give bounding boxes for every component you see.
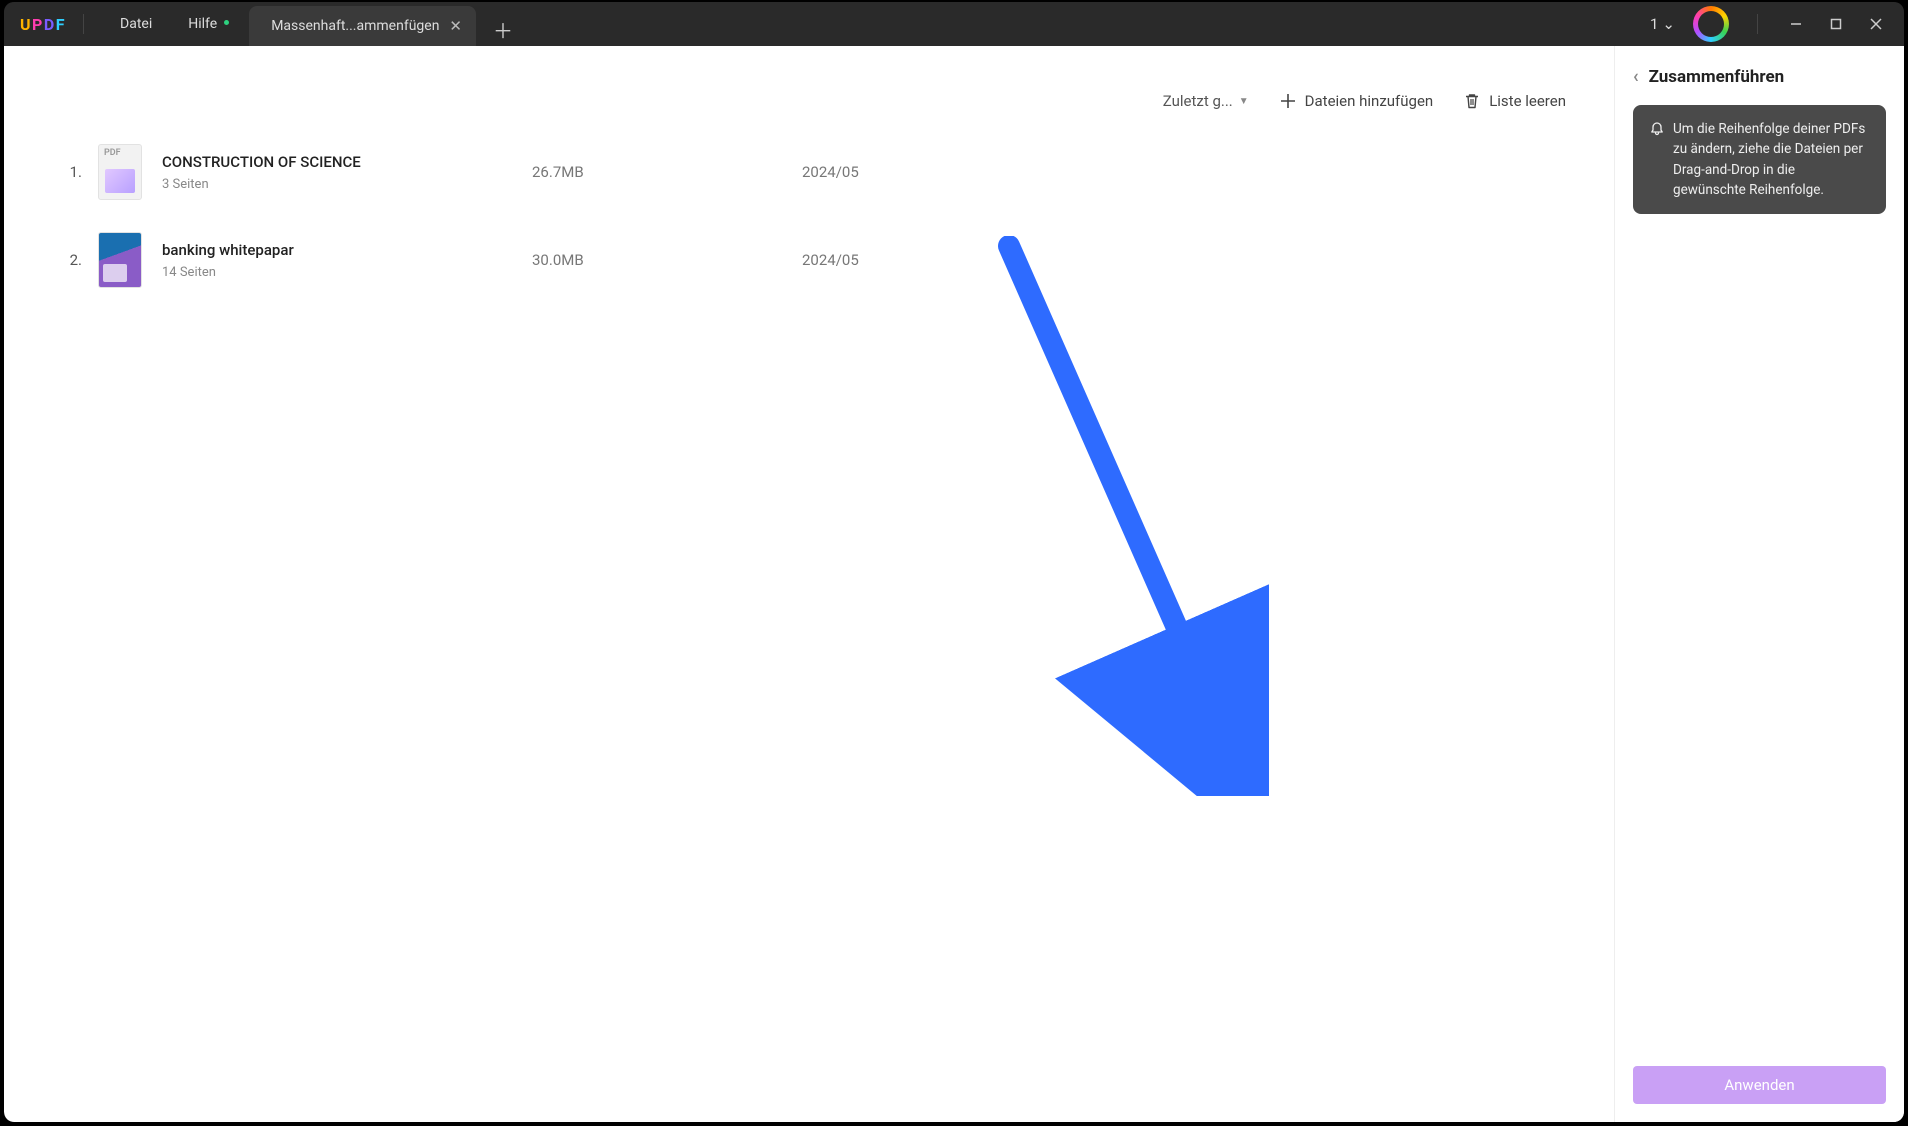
add-files-button[interactable]: Dateien hinzufügen xyxy=(1279,92,1434,110)
file-title: banking whitepapar xyxy=(162,241,522,259)
bell-icon xyxy=(1649,121,1665,137)
notification-dot-icon xyxy=(224,20,229,25)
titlebar: UPDF Datei Hilfe Massenhaft...ammenfügen… xyxy=(4,2,1904,46)
menu-help[interactable]: Hilfe xyxy=(170,16,235,32)
divider xyxy=(1757,14,1758,34)
tabs: Massenhaft...ammenfügen ✕ ＋ xyxy=(249,2,520,46)
file-thumbnail-icon xyxy=(98,144,142,200)
clear-list-label: Liste leeren xyxy=(1489,92,1566,110)
divider xyxy=(83,14,84,34)
body: Zuletzt g... ▼ Dateien hinzufügen Liste … xyxy=(4,46,1904,1122)
app-logo: UPDF xyxy=(20,15,65,34)
maximize-button[interactable] xyxy=(1816,9,1856,39)
add-files-label: Dateien hinzufügen xyxy=(1305,92,1434,110)
file-size: 30.0MB xyxy=(532,251,792,269)
tab-add-button[interactable]: ＋ xyxy=(486,12,520,46)
file-meta: CONSTRUCTION OF SCIENCE 3 Seiten xyxy=(162,153,522,192)
tab-batch-merge[interactable]: Massenhaft...ammenfügen ✕ xyxy=(249,6,476,46)
file-date: 2024/05 xyxy=(802,251,1570,269)
row-number: 2. xyxy=(48,251,88,269)
list-item[interactable]: 2. banking whitepapar 14 Seiten 30.0MB 2… xyxy=(42,216,1576,304)
trash-icon xyxy=(1463,92,1481,110)
clear-list-button[interactable]: Liste leeren xyxy=(1463,92,1566,110)
row-number: 1. xyxy=(48,163,88,181)
window-count[interactable]: 1 ⌄ xyxy=(1642,15,1683,33)
file-meta: banking whitepapar 14 Seiten xyxy=(162,241,522,280)
file-date: 2024/05 xyxy=(802,163,1570,181)
window-controls xyxy=(1776,9,1896,39)
file-rows: 1. CONSTRUCTION OF SCIENCE 3 Seiten 26.7… xyxy=(42,128,1576,1086)
caret-down-icon: ▼ xyxy=(1239,96,1249,107)
side-title: Zusammenführen xyxy=(1649,67,1785,87)
back-icon[interactable]: ‹ xyxy=(1633,66,1639,87)
file-title: CONSTRUCTION OF SCIENCE xyxy=(162,153,522,171)
chevron-down-icon: ⌄ xyxy=(1662,15,1675,33)
close-icon[interactable]: ✕ xyxy=(449,17,462,35)
file-pages: 14 Seiten xyxy=(162,265,522,280)
file-size: 26.7MB xyxy=(532,163,792,181)
menu-help-label: Hilfe xyxy=(188,16,217,32)
plus-icon xyxy=(1279,92,1297,110)
file-list-panel: Zuletzt g... ▼ Dateien hinzufügen Liste … xyxy=(22,74,1596,1104)
file-pages: 3 Seiten xyxy=(162,177,522,192)
list-item[interactable]: 1. CONSTRUCTION OF SCIENCE 3 Seiten 26.7… xyxy=(42,128,1576,216)
side-header: ‹ Zusammenführen xyxy=(1633,66,1886,87)
tip-text: Um die Reihenfolge deiner PDFs zu ändern… xyxy=(1673,119,1870,200)
list-toolbar: Zuletzt g... ▼ Dateien hinzufügen Liste … xyxy=(42,92,1576,128)
tip-box: Um die Reihenfolge deiner PDFs zu ändern… xyxy=(1633,105,1886,214)
avatar[interactable] xyxy=(1693,6,1729,42)
tab-label: Massenhaft...ammenfügen xyxy=(271,18,439,34)
app-window: UPDF Datei Hilfe Massenhaft...ammenfügen… xyxy=(4,2,1904,1122)
apply-button[interactable]: Anwenden xyxy=(1633,1066,1886,1104)
window-count-value: 1 xyxy=(1650,15,1658,33)
main-area: Zuletzt g... ▼ Dateien hinzufügen Liste … xyxy=(4,46,1614,1122)
sort-label: Zuletzt g... xyxy=(1163,92,1233,110)
menu-file[interactable]: Datei xyxy=(102,16,170,32)
side-panel: ‹ Zusammenführen Um die Reihenfolge dein… xyxy=(1614,46,1904,1122)
file-thumbnail-icon xyxy=(98,232,142,288)
minimize-button[interactable] xyxy=(1776,9,1816,39)
close-button[interactable] xyxy=(1856,9,1896,39)
sort-dropdown[interactable]: Zuletzt g... ▼ xyxy=(1163,92,1249,110)
